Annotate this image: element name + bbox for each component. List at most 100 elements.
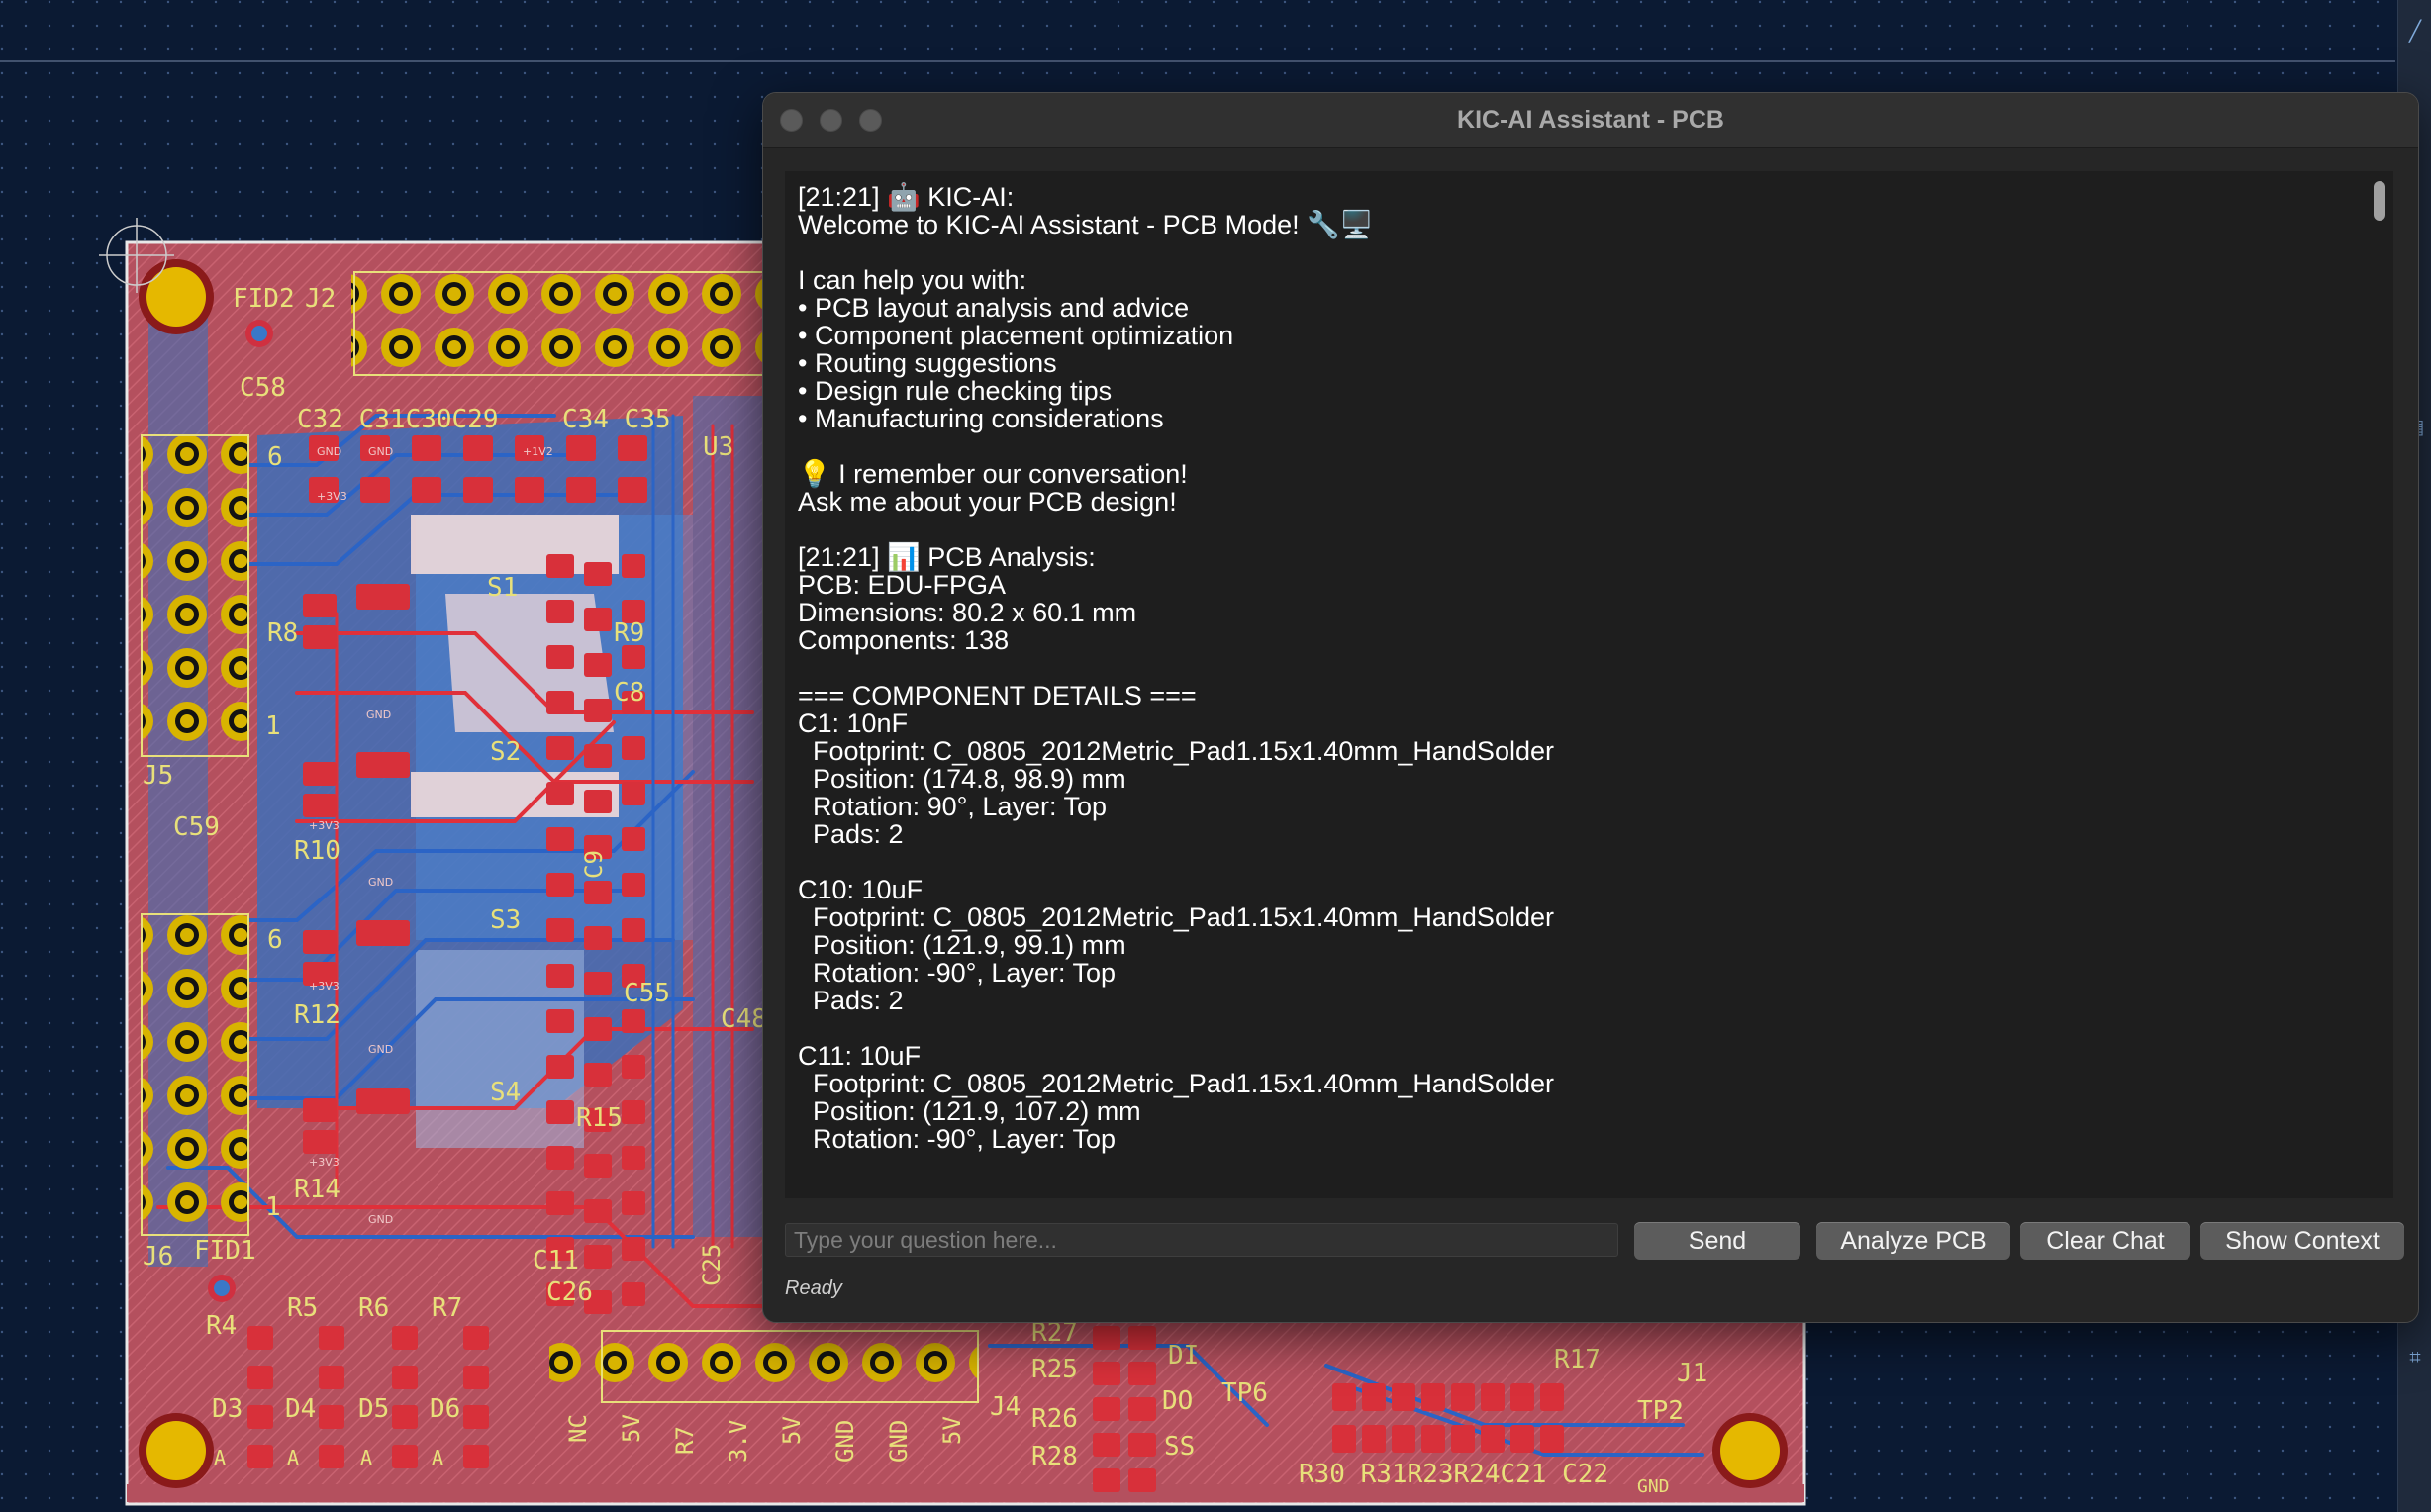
- status-text: Ready: [785, 1277, 842, 1299]
- label-d3: D3: [212, 1394, 243, 1424]
- label-tp6: TP6: [1221, 1378, 1268, 1408]
- label-u3: U3: [703, 432, 733, 462]
- smd-pad: [1362, 1383, 1386, 1411]
- label-r26: R26: [1031, 1404, 1078, 1434]
- smd-pad: [303, 625, 337, 649]
- chat-history[interactable]: [21:21] 🤖 KIC-AI: Welcome to KIC-AI Assi…: [785, 171, 2393, 1198]
- label-fid2: FID2: [233, 284, 295, 314]
- label-di: DI: [1168, 1341, 1199, 1370]
- label-j2: J2: [305, 284, 336, 314]
- smd-pad: [1540, 1383, 1564, 1411]
- smd-pad: [546, 918, 574, 942]
- smd-pad: [546, 782, 574, 805]
- smd-pad: [1481, 1425, 1505, 1453]
- label-a-d3: A: [214, 1446, 226, 1469]
- label-c55: C55: [624, 979, 670, 1008]
- smd-pad: [622, 827, 645, 851]
- window-titlebar[interactable]: KIC-AI Assistant - PCB: [763, 93, 2418, 148]
- smd-pad: [463, 1326, 489, 1350]
- smd-pad: [584, 562, 612, 586]
- smd-pad: [319, 1445, 344, 1468]
- show-context-button[interactable]: Show Context: [2200, 1222, 2404, 1260]
- smd-pad: [622, 1100, 645, 1124]
- pad-net-label: +1V2: [523, 445, 553, 458]
- smd-pad: [546, 1191, 574, 1215]
- smd-pad: [1128, 1433, 1156, 1457]
- smd-pad: [319, 1366, 344, 1389]
- pad-net-label: GND: [317, 445, 341, 458]
- label-ss: SS: [1164, 1432, 1195, 1462]
- label-5v-b: 5V: [778, 1416, 806, 1445]
- smd-pad: [622, 873, 645, 897]
- smd-pad: [356, 584, 410, 610]
- chat-scrollbar-thumb[interactable]: [2374, 181, 2385, 221]
- analyze-pcb-button[interactable]: Analyze PCB: [1816, 1222, 2010, 1260]
- label-a-d5: A: [360, 1446, 372, 1469]
- smd-pad: [247, 1366, 273, 1389]
- smd-pad: [392, 1326, 418, 1350]
- pad-net-label: GND: [368, 876, 393, 889]
- pad-net-label: GND: [368, 1213, 393, 1226]
- label-gnd-tp2: GND: [1637, 1476, 1670, 1497]
- smd-pad: [584, 1199, 612, 1223]
- smd-pad: [463, 1366, 489, 1389]
- label-r14: R14: [294, 1175, 340, 1204]
- smd-pad: [1392, 1425, 1415, 1453]
- smd-pad: [356, 1088, 410, 1114]
- label-s1: S1: [487, 573, 518, 603]
- smd-pad: [303, 762, 337, 786]
- smd-pad: [584, 926, 612, 950]
- connector-j6: [142, 914, 248, 1235]
- smd-pad: [303, 1130, 337, 1154]
- smd-pad: [566, 477, 596, 503]
- smd-pad: [546, 1055, 574, 1079]
- label-gnd-a: GND: [831, 1420, 859, 1463]
- label-j6: J6: [143, 1242, 173, 1272]
- label-gnd-b: GND: [885, 1420, 913, 1463]
- label-c58: C58: [240, 373, 286, 403]
- smd-pad: [303, 930, 337, 954]
- label-c34: C34 C35: [562, 405, 671, 434]
- smd-pad: [584, 699, 612, 722]
- label-j1: J1: [1677, 1359, 1707, 1388]
- smd-pad: [584, 608, 612, 631]
- label-r4: R4: [206, 1311, 237, 1341]
- pad-net-label: GND: [366, 709, 391, 721]
- smd-pad: [1451, 1425, 1475, 1453]
- smd-pad: [319, 1326, 344, 1350]
- label-r15: R15: [576, 1103, 623, 1133]
- smd-pad: [463, 1405, 489, 1429]
- clear-chat-button[interactable]: Clear Chat: [2020, 1222, 2190, 1260]
- measure-tool-icon[interactable]: ⌗: [2404, 1346, 2426, 1368]
- smd-pad: [392, 1366, 418, 1389]
- label-r6: R6: [358, 1293, 389, 1323]
- label-c59: C59: [173, 812, 220, 842]
- smd-pad: [546, 827, 574, 851]
- label-pin6-b: 6: [267, 925, 283, 955]
- smd-pad: [546, 964, 574, 988]
- connector-j2: [351, 269, 767, 378]
- smd-pad: [546, 1009, 574, 1033]
- chat-scrollbar[interactable]: [2372, 171, 2387, 1198]
- label-c11: C11: [533, 1246, 579, 1276]
- smd-pad: [546, 600, 574, 623]
- line-tool-icon[interactable]: ╱: [2404, 20, 2426, 42]
- label-c26: C26: [546, 1277, 593, 1307]
- smd-pad: [463, 1445, 489, 1468]
- smd-pad: [303, 794, 337, 817]
- smd-pad: [584, 790, 612, 813]
- label-5v-a: 5V: [618, 1414, 645, 1443]
- smd-pad: [584, 881, 612, 904]
- send-button[interactable]: Send: [1634, 1222, 1800, 1260]
- label-j4: J4: [990, 1392, 1021, 1422]
- label-a-d6: A: [432, 1446, 443, 1469]
- label-tp2: TP2: [1637, 1396, 1684, 1426]
- label-s2: S2: [490, 737, 521, 767]
- smd-pad: [360, 477, 390, 503]
- question-input[interactable]: [785, 1223, 1618, 1257]
- smd-pad: [356, 752, 410, 778]
- smd-pad: [412, 477, 441, 503]
- label-pin1-b: 1: [265, 1192, 281, 1222]
- smd-pad: [319, 1405, 344, 1429]
- label-d6: D6: [430, 1394, 460, 1424]
